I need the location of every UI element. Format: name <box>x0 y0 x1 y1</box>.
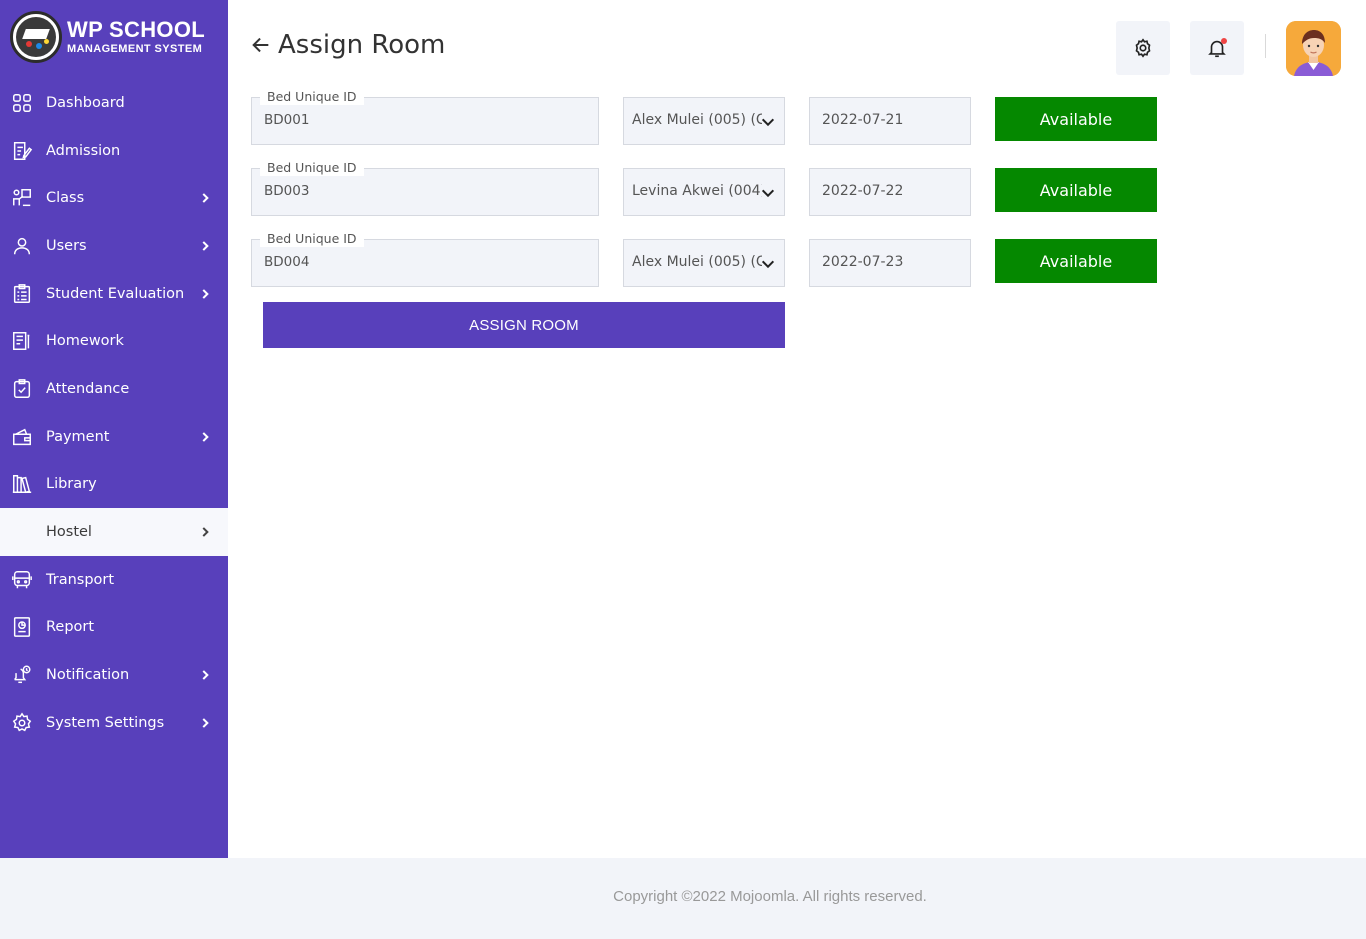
copyright-text: Copyright ©2022 Mojoomla. All rights res… <box>613 888 927 905</box>
sidebar-item-label: System Settings <box>46 714 165 731</box>
sidebar-item-admission[interactable]: Admission <box>0 127 228 175</box>
avatar[interactable] <box>1286 21 1341 76</box>
student-select-value: Alex Mulei (005) (Class <box>632 112 762 128</box>
assign-date-value: 2022-07-21 <box>822 112 904 128</box>
homework-icon <box>11 330 33 352</box>
sidebar-item-hostel[interactable]: Hostel <box>0 508 228 556</box>
field-legend: Bed Unique ID <box>260 160 364 176</box>
page-header: Assign Room <box>250 30 445 60</box>
availability-button[interactable]: Available <box>995 239 1157 283</box>
sidebar-item-payment[interactable]: Payment <box>0 413 228 461</box>
sidebar-item-attendance[interactable]: Attendance <box>0 365 228 413</box>
student-select[interactable]: Alex Mulei (005) (Class <box>623 97 785 145</box>
sidebar-item-label: Report <box>46 619 95 636</box>
assign-date-value: 2022-07-23 <box>822 254 904 270</box>
sidebar-item-label: Hostel <box>46 524 92 541</box>
chevron-right-icon <box>202 670 209 680</box>
chevron-right-icon <box>202 527 209 537</box>
sidebar-item-label: Library <box>46 476 97 493</box>
attendance-icon <box>11 378 33 400</box>
sidebar-item-label: Student Evaluation <box>46 285 185 302</box>
sidebar-item-label: Transport <box>46 571 115 588</box>
chevron-down-icon <box>761 260 775 269</box>
field-legend: Bed Unique ID <box>260 231 364 247</box>
sidebar-item-label: Attendance <box>46 380 130 397</box>
sidebar-item-label: Notification <box>46 667 130 684</box>
gear-icon <box>1135 38 1151 58</box>
sidebar-item-label: Class <box>46 190 85 207</box>
settings-button[interactable] <box>1116 21 1170 75</box>
sidebar: WP SCHOOL MANAGEMENT SYSTEM Dashboard Ad… <box>0 0 228 858</box>
sidebar-item-student-evaluation[interactable]: Student Evaluation <box>0 270 228 318</box>
assign-date-value: 2022-07-22 <box>822 183 904 199</box>
sidebar-item-class[interactable]: Class <box>0 174 228 222</box>
sidebar-item-report[interactable]: Report <box>0 604 228 652</box>
chevron-right-icon <box>202 193 209 204</box>
sidebar-item-label: Dashboard <box>46 94 125 111</box>
assign-room-button[interactable]: ASSIGN ROOM <box>263 302 785 348</box>
bed-id-value: BD001 <box>264 112 310 128</box>
sidebar-item-system-settings[interactable]: System Settings <box>0 699 228 747</box>
users-icon <box>11 235 33 257</box>
bed-row: Bed Unique ID BD004 Alex Mulei (005) (Cl… <box>251 231 1171 287</box>
brand-subtitle: MANAGEMENT SYSTEM <box>67 43 203 55</box>
page-title: Assign Room <box>278 30 446 60</box>
admission-icon <box>11 140 33 162</box>
report-icon <box>11 616 33 638</box>
school-logo-icon <box>10 11 62 63</box>
bed-row: Bed Unique ID BD001 Alex Mulei (005) (Cl… <box>251 89 1171 145</box>
chevron-right-icon <box>202 717 209 728</box>
availability-button[interactable]: Available <box>995 97 1157 141</box>
sidebar-item-label: Users <box>46 237 87 254</box>
library-icon <box>11 473 33 495</box>
notifications-button[interactable] <box>1190 21 1244 75</box>
bed-id-value: BD004 <box>264 254 310 270</box>
chevron-right-icon <box>202 288 209 299</box>
assign-date-field[interactable]: 2022-07-21 <box>809 97 971 145</box>
sidebar-item-notification[interactable]: Notification <box>0 651 228 699</box>
brand-title: WP SCHOOL <box>67 17 205 42</box>
bed-id-field[interactable]: Bed Unique ID BD004 <box>251 231 599 287</box>
sidebar-item-homework[interactable]: Homework <box>0 317 228 365</box>
bus-icon <box>11 569 33 591</box>
notification-icon <box>11 664 33 686</box>
student-select[interactable]: Alex Mulei (005) (Class <box>623 239 785 287</box>
bed-id-field[interactable]: Bed Unique ID BD001 <box>251 89 599 145</box>
chevron-down-icon <box>761 189 775 198</box>
bed-row: Bed Unique ID BD003 Levina Akwei (004) (… <box>251 160 1171 216</box>
bed-id-field[interactable]: Bed Unique ID BD003 <box>251 160 599 216</box>
brand-logo[interactable]: WP SCHOOL MANAGEMENT SYSTEM <box>10 11 205 63</box>
field-legend: Bed Unique ID <box>260 89 364 105</box>
chevron-down-icon <box>761 118 775 127</box>
dashboard-icon <box>11 92 33 114</box>
bed-id-value: BD003 <box>264 183 310 199</box>
availability-button[interactable]: Available <box>995 168 1157 212</box>
assign-date-field[interactable]: 2022-07-23 <box>809 239 971 287</box>
chevron-right-icon <box>202 241 209 251</box>
evaluation-icon <box>11 283 33 305</box>
sidebar-nav: Dashboard Admission Class Users Student … <box>0 79 228 747</box>
sidebar-item-label: Homework <box>46 333 124 350</box>
back-arrow-icon[interactable] <box>250 34 272 56</box>
settings-icon <box>11 712 33 734</box>
header-divider <box>1265 34 1266 58</box>
class-icon <box>11 187 33 209</box>
chevron-right-icon <box>202 431 209 442</box>
notification-badge <box>1221 38 1227 44</box>
sidebar-item-users[interactable]: Users <box>0 222 228 270</box>
student-select-value: Levina Akwei (004) (Class <box>632 183 762 199</box>
footer: Copyright ©2022 Mojoomla. All rights res… <box>0 858 1366 939</box>
user-avatar-icon <box>1286 21 1341 76</box>
student-select-value: Alex Mulei (005) (Class <box>632 254 762 270</box>
sidebar-item-label: Admission <box>46 142 121 159</box>
student-select[interactable]: Levina Akwei (004) (Class <box>623 168 785 216</box>
sidebar-item-library[interactable]: Library <box>0 461 228 509</box>
sidebar-item-dashboard[interactable]: Dashboard <box>0 79 228 127</box>
sidebar-item-transport[interactable]: Transport <box>0 556 228 604</box>
wallet-icon <box>11 426 33 448</box>
sidebar-item-label: Payment <box>46 428 110 445</box>
assign-date-field[interactable]: 2022-07-22 <box>809 168 971 216</box>
